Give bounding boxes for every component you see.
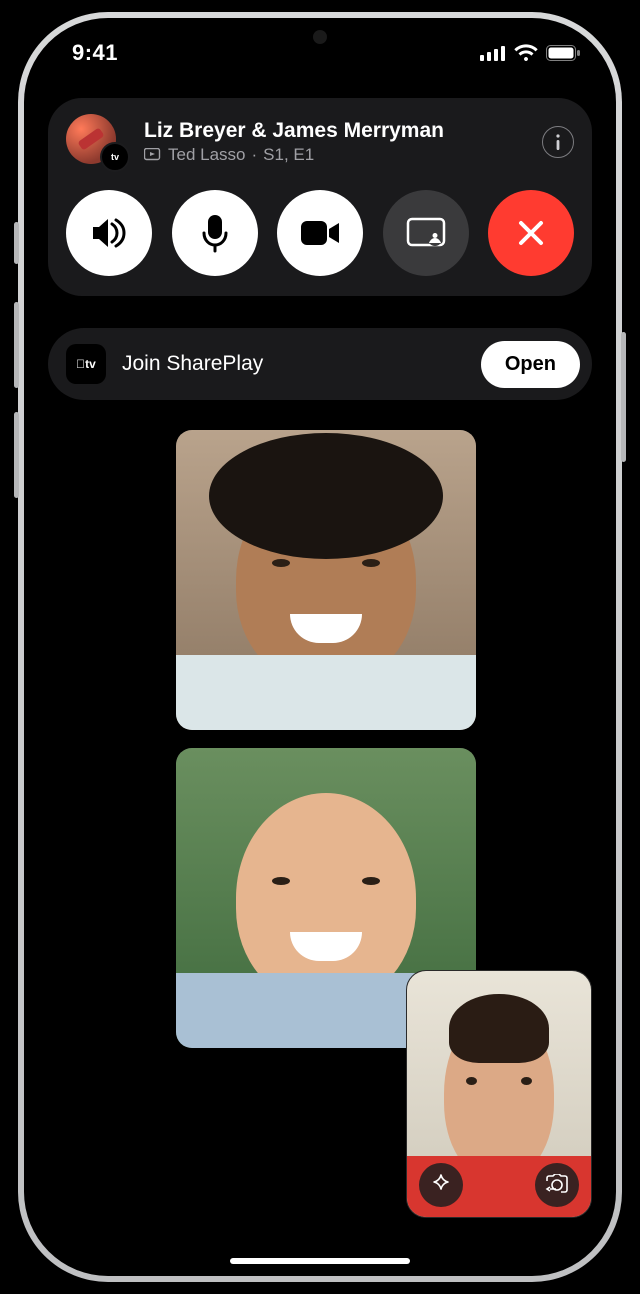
- appletv-badge-icon: tv: [100, 142, 130, 172]
- call-header: tv Liz Breyer & James Merryman Ted Lasso…: [66, 114, 574, 170]
- participant-video-tile-1[interactable]: [176, 430, 476, 730]
- appletv-app-icon: tv: [66, 344, 106, 384]
- notch: [200, 18, 440, 56]
- call-info-button[interactable]: [542, 126, 574, 158]
- status-time: 9:41: [72, 40, 118, 66]
- shareplay-icon: [144, 148, 162, 162]
- screen: 9:41: [24, 18, 616, 1276]
- mute-switch[interactable]: [14, 222, 19, 264]
- self-video-pip[interactable]: [406, 970, 592, 1218]
- shareplay-prompt: Join SharePlay: [122, 352, 465, 376]
- now-playing-subtitle: Ted Lasso · S1, E1: [144, 145, 528, 165]
- battery-icon: [546, 45, 580, 61]
- end-call-button[interactable]: [488, 190, 574, 276]
- camera-effects-button[interactable]: [419, 1163, 463, 1207]
- call-controls: [66, 190, 574, 276]
- side-button[interactable]: [621, 332, 626, 462]
- participant-avatar[interactable]: tv: [66, 114, 130, 170]
- volume-up-button[interactable]: [14, 302, 19, 388]
- status-right: [480, 44, 580, 62]
- shareplay-open-button[interactable]: Open: [481, 341, 580, 388]
- volume-down-button[interactable]: [14, 412, 19, 498]
- call-controls-card: tv Liz Breyer & James Merryman Ted Lasso…: [48, 98, 592, 296]
- camera-toggle-button[interactable]: [277, 190, 363, 276]
- iphone-frame: 9:41: [18, 12, 622, 1282]
- cellular-icon: [480, 45, 506, 61]
- wifi-icon: [514, 44, 538, 62]
- share-screen-button[interactable]: [383, 190, 469, 276]
- shareplay-banner: tv Join SharePlay Open: [48, 328, 592, 400]
- speaker-button[interactable]: [66, 190, 152, 276]
- home-indicator[interactable]: [230, 1258, 410, 1264]
- mute-button[interactable]: [172, 190, 258, 276]
- flip-camera-button[interactable]: [535, 1163, 579, 1207]
- participants-title: Liz Breyer & James Merryman: [144, 119, 528, 143]
